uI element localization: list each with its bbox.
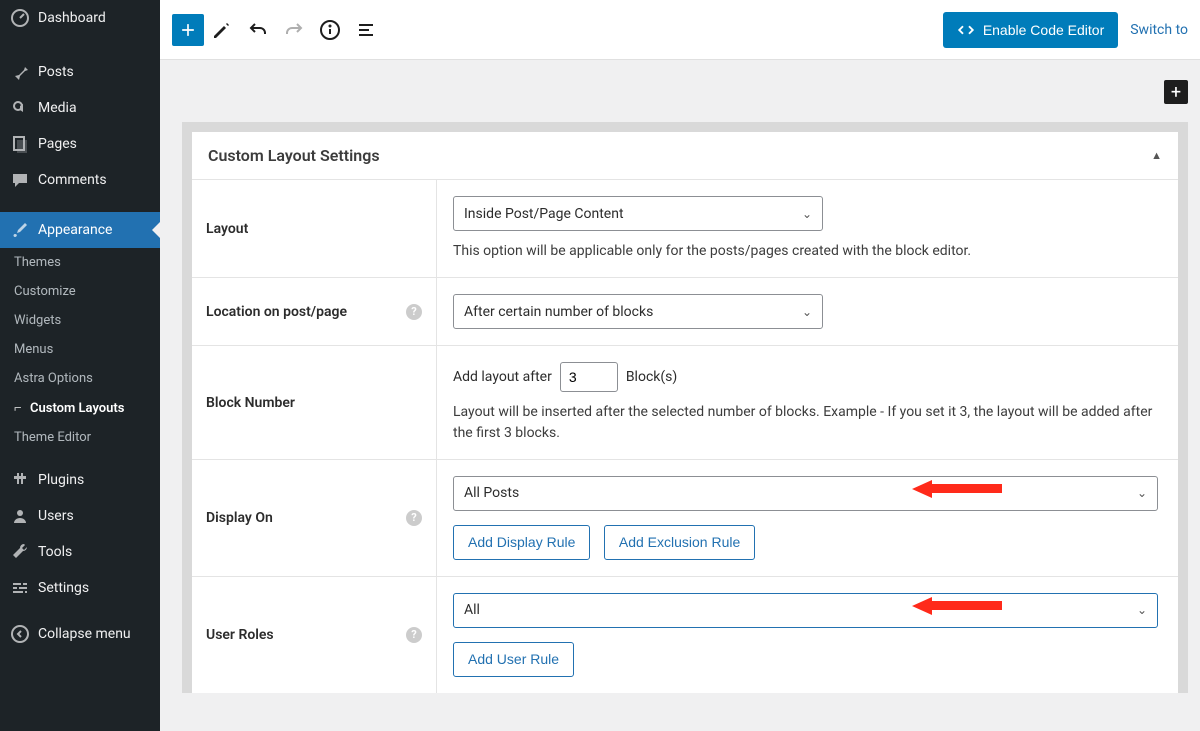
content-area: Enable Code Editor Switch to + Custom La… bbox=[160, 0, 1200, 731]
sidebar-item-label: Media bbox=[38, 100, 77, 116]
user-icon bbox=[10, 506, 30, 526]
sidebar-sub-widgets[interactable]: Widgets bbox=[0, 306, 160, 335]
sidebar-item-label: Plugins bbox=[38, 472, 84, 488]
inline-label: Block(s) bbox=[626, 369, 677, 385]
setting-label: Layout bbox=[206, 221, 248, 237]
sidebar-item-tools[interactable]: Tools bbox=[0, 534, 160, 570]
inline-inserter-button[interactable]: + bbox=[1164, 80, 1188, 104]
info-button[interactable] bbox=[312, 12, 348, 48]
sidebar-item-dashboard[interactable]: Dashboard bbox=[0, 0, 160, 36]
block-number-input[interactable] bbox=[560, 362, 618, 392]
select-value: All Posts bbox=[464, 485, 519, 501]
sidebar-item-appearance[interactable]: Appearance bbox=[0, 212, 160, 248]
setting-label: Location on post/page bbox=[206, 304, 347, 320]
sidebar-sub-astra-options[interactable]: Astra Options bbox=[0, 364, 160, 393]
add-block-button[interactable] bbox=[172, 14, 204, 46]
setting-row-layout: Layout Inside Post/Page Content ⌄ This o… bbox=[192, 180, 1178, 278]
add-display-rule-button[interactable]: Add Display Rule bbox=[453, 525, 590, 560]
sidebar-item-media[interactable]: Media bbox=[0, 90, 160, 126]
user-roles-select[interactable]: All ⌄ bbox=[453, 593, 1158, 628]
sidebar-item-label: Comments bbox=[38, 172, 107, 188]
media-icon bbox=[10, 98, 30, 118]
editor-body: + Custom Layout Settings ▲ Layout Inside… bbox=[160, 60, 1200, 693]
sidebar-item-label: Posts bbox=[38, 64, 74, 80]
brush-icon bbox=[10, 220, 30, 240]
panel-title: Custom Layout Settings bbox=[208, 146, 380, 165]
sidebar-item-plugins[interactable]: Plugins bbox=[0, 462, 160, 498]
sidebar-sub-custom-layouts[interactable]: ⌐ Custom Layouts bbox=[0, 393, 160, 423]
select-value: After certain number of blocks bbox=[464, 304, 653, 320]
button-label: Enable Code Editor bbox=[983, 22, 1104, 38]
collapse-icon bbox=[10, 624, 30, 644]
code-icon bbox=[957, 21, 975, 39]
setting-label: Block Number bbox=[206, 395, 295, 411]
sidebar-item-label: Users bbox=[38, 508, 74, 524]
sidebar-item-label: Appearance bbox=[38, 222, 112, 238]
setting-row-display-on: Display On ? All Posts ⌄ Add Display Rul… bbox=[192, 460, 1178, 577]
pages-icon bbox=[10, 134, 30, 154]
inline-label: Add layout after bbox=[453, 369, 552, 385]
sidebar-item-posts[interactable]: Posts bbox=[0, 54, 160, 90]
select-value: All bbox=[464, 602, 480, 618]
pin-icon bbox=[10, 62, 30, 82]
sidebar-item-label: Collapse menu bbox=[38, 626, 131, 642]
help-icon[interactable]: ? bbox=[406, 304, 422, 320]
dashboard-icon bbox=[10, 8, 30, 28]
help-icon[interactable]: ? bbox=[406, 510, 422, 526]
panel-header[interactable]: Custom Layout Settings ▲ bbox=[192, 132, 1178, 180]
select-value: Inside Post/Page Content bbox=[464, 206, 624, 222]
sidebar-sub-menus[interactable]: Menus bbox=[0, 335, 160, 364]
help-text: Layout will be inserted after the select… bbox=[453, 402, 1162, 443]
add-user-rule-button[interactable]: Add User Rule bbox=[453, 642, 574, 677]
sidebar-item-pages[interactable]: Pages bbox=[0, 126, 160, 162]
sidebar-sub-label: Custom Layouts bbox=[30, 401, 124, 416]
layout-icon: ⌐ bbox=[14, 400, 26, 416]
layout-select[interactable]: Inside Post/Page Content ⌄ bbox=[453, 196, 823, 231]
sliders-icon bbox=[10, 578, 30, 598]
sidebar-item-label: Dashboard bbox=[38, 10, 106, 26]
display-on-select[interactable]: All Posts ⌄ bbox=[453, 476, 1158, 511]
editor-topbar: Enable Code Editor Switch to bbox=[160, 0, 1200, 60]
setting-row-user-roles: User Roles ? All ⌄ Add User Rule bbox=[192, 577, 1178, 693]
sidebar-item-label: Settings bbox=[38, 580, 89, 596]
setting-row-location: Location on post/page ? After certain nu… bbox=[192, 278, 1178, 346]
comment-icon bbox=[10, 170, 30, 190]
admin-sidebar: Dashboard Posts Media Pages Comments App… bbox=[0, 0, 160, 731]
chevron-down-icon: ⌄ bbox=[1137, 603, 1147, 617]
switch-to-link[interactable]: Switch to bbox=[1130, 22, 1188, 38]
redo-button[interactable] bbox=[276, 12, 312, 48]
sidebar-sub-customize[interactable]: Customize bbox=[0, 277, 160, 306]
settings-panel: Custom Layout Settings ▲ Layout Inside P… bbox=[182, 122, 1188, 693]
sidebar-sub-themes[interactable]: Themes bbox=[0, 248, 160, 277]
sidebar-item-settings[interactable]: Settings bbox=[0, 570, 160, 606]
location-select[interactable]: After certain number of blocks ⌄ bbox=[453, 294, 823, 329]
wrench-icon bbox=[10, 542, 30, 562]
enable-code-editor-button[interactable]: Enable Code Editor bbox=[943, 12, 1118, 48]
plugin-icon bbox=[10, 470, 30, 490]
setting-label: Display On bbox=[206, 510, 273, 526]
sidebar-item-label: Pages bbox=[38, 136, 77, 152]
sidebar-item-collapse[interactable]: Collapse menu bbox=[0, 616, 160, 652]
chevron-down-icon: ⌄ bbox=[802, 305, 812, 319]
edit-mode-button[interactable] bbox=[204, 12, 240, 48]
outline-button[interactable] bbox=[348, 12, 384, 48]
sidebar-item-users[interactable]: Users bbox=[0, 498, 160, 534]
add-exclusion-rule-button[interactable]: Add Exclusion Rule bbox=[604, 525, 755, 560]
setting-row-block-number: Block Number Add layout after Block(s) L… bbox=[192, 346, 1178, 460]
collapse-caret-icon: ▲ bbox=[1151, 149, 1162, 162]
sidebar-sub-theme-editor[interactable]: Theme Editor bbox=[0, 423, 160, 452]
chevron-down-icon: ⌄ bbox=[1137, 486, 1147, 500]
help-icon[interactable]: ? bbox=[406, 627, 422, 643]
chevron-down-icon: ⌄ bbox=[802, 207, 812, 221]
sidebar-item-comments[interactable]: Comments bbox=[0, 162, 160, 198]
help-text: This option will be applicable only for … bbox=[453, 241, 1162, 261]
undo-button[interactable] bbox=[240, 12, 276, 48]
setting-label: User Roles bbox=[206, 627, 274, 643]
sidebar-item-label: Tools bbox=[38, 544, 72, 560]
